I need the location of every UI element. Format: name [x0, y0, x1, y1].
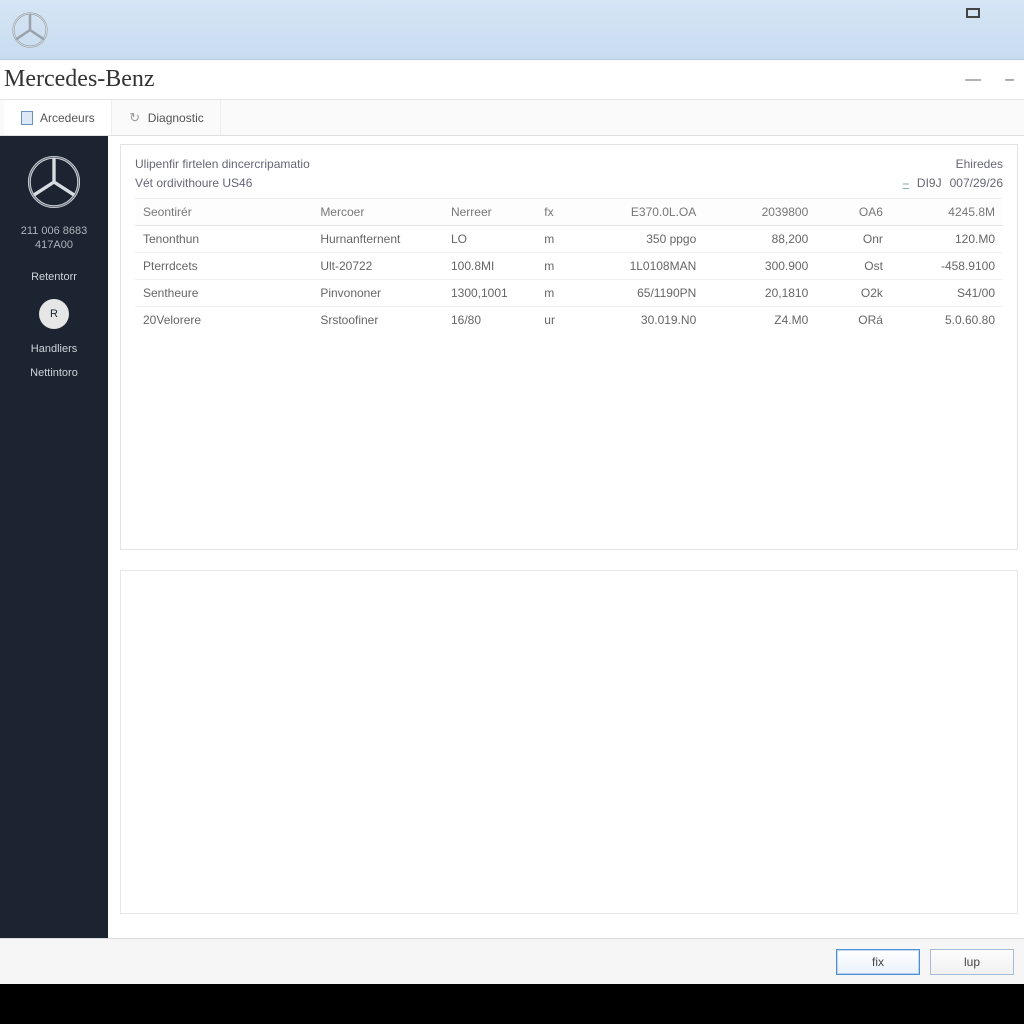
table-cell: Ult-20722: [312, 253, 443, 280]
fix-button[interactable]: fix: [836, 949, 920, 975]
brand-logo-icon: [26, 154, 82, 224]
main-column: Ulipenfir firtelen dincercripamatio Vét …: [108, 136, 1024, 938]
window-titlebar: [0, 0, 1024, 60]
table-cell: ORá: [816, 307, 891, 334]
sidebar: 211 006 8683 417A00 Retentorr R Handlier…: [0, 136, 108, 938]
table-cell: 1300,1001: [443, 280, 536, 307]
table-cell: m: [536, 280, 573, 307]
table-header[interactable]: fx: [536, 199, 573, 226]
tab-bar: Arcedeurs Diagnostic: [0, 100, 1024, 136]
table-cell: -458.9100: [891, 253, 1003, 280]
table-header[interactable]: OA6: [816, 199, 891, 226]
table-cell: m: [536, 226, 573, 253]
panel-titles: Ulipenfir firtelen dincercripamatio Vét …: [135, 155, 310, 192]
maximize-icon[interactable]: [966, 8, 980, 18]
panel-date-value: 007/29/26: [950, 174, 1003, 193]
table-cell: Pinvononer: [312, 280, 443, 307]
panel-right-label: Ehiredes: [903, 155, 1003, 174]
panel-header: Ulipenfir firtelen dincercripamatio Vét …: [135, 155, 1003, 192]
sidebar-item-nettintoro[interactable]: Nettintoro: [30, 367, 78, 379]
table-cell: Hurnanfternent: [312, 226, 443, 253]
table-cell: Tenonthun: [135, 226, 312, 253]
window-controls: — –: [965, 71, 1014, 89]
tab-arcedeurs[interactable]: Arcedeurs: [4, 100, 112, 135]
table-row[interactable]: Pterrdcets Ult-20722 100.8MI m 1L0108MAN…: [135, 253, 1003, 280]
sidebar-item-handliers[interactable]: Handliers: [31, 343, 77, 355]
table-header[interactable]: 2039800: [704, 199, 816, 226]
table-header[interactable]: Mercoer: [312, 199, 443, 226]
panel-meta: Ehiredes ⎯ DI9J 007/29/26: [903, 155, 1003, 192]
restore-button[interactable]: –: [1005, 71, 1014, 89]
table-header-row: Seontirér Mercoer Nerreer fx E370.0L.OA …: [135, 199, 1003, 226]
table-header[interactable]: Seontirér: [135, 199, 312, 226]
table-cell: Onr: [816, 226, 891, 253]
sidebar-id-line1: 211 006 8683: [21, 224, 87, 238]
refresh-icon: [128, 111, 142, 125]
filter-toggle[interactable]: ⎯: [903, 174, 909, 193]
table-cell: ur: [536, 307, 573, 334]
minimize-button[interactable]: —: [965, 71, 981, 89]
panel-heading: Ulipenfir firtelen dincercripamatio: [135, 155, 310, 174]
sidebar-vehicle-id: 211 006 8683 417A00: [21, 224, 87, 253]
table-cell: 88,200: [704, 226, 816, 253]
table-cell: 30.019.N0: [574, 307, 705, 334]
table-cell: 300.900: [704, 253, 816, 280]
tab-label: Arcedeurs: [40, 111, 95, 125]
table-cell: 100.8MI: [443, 253, 536, 280]
sidebar-item-retentorr[interactable]: Retentorr: [31, 271, 77, 283]
data-panel: Ulipenfir firtelen dincercripamatio Vét …: [120, 144, 1018, 550]
table-cell: Pterrdcets: [135, 253, 312, 280]
table-cell: Srstoofiner: [312, 307, 443, 334]
table-header[interactable]: 4245.8M: [891, 199, 1003, 226]
app-header: Mercedes-Benz — –: [0, 60, 1024, 100]
table-cell: 1L0108MAN: [574, 253, 705, 280]
lup-button[interactable]: lup: [930, 949, 1014, 975]
panel-date-prefix: DI9J: [917, 174, 942, 193]
table-cell: LO: [443, 226, 536, 253]
table-cell: 350 ppgo: [574, 226, 705, 253]
footer-bar: fix lup: [0, 938, 1024, 984]
table-cell: O2k: [816, 280, 891, 307]
app-window: Mercedes-Benz — – Arcedeurs Diagnostic: [0, 0, 1024, 984]
table-row[interactable]: 20Velorere Srstoofiner 16/80 ur 30.019.N…: [135, 307, 1003, 334]
table-cell: S41/00: [891, 280, 1003, 307]
table-cell: 16/80: [443, 307, 536, 334]
document-icon: [20, 111, 34, 125]
app-title: Mercedes-Benz: [4, 66, 155, 93]
table-row[interactable]: Sentheure Pinvononer 1300,1001 m 65/1190…: [135, 280, 1003, 307]
table-cell: 20,1810: [704, 280, 816, 307]
table-row[interactable]: Tenonthun Hurnanfternent LO m 350 ppgo 8…: [135, 226, 1003, 253]
table-cell: 5.0.60.80: [891, 307, 1003, 334]
table-cell: 120.M0: [891, 226, 1003, 253]
sidebar-id-line2: 417A00: [21, 238, 87, 252]
table-cell: m: [536, 253, 573, 280]
table-cell: Z4.M0: [704, 307, 816, 334]
tab-label: Diagnostic: [148, 111, 204, 125]
detail-panel-empty: [120, 570, 1018, 914]
app-body: 211 006 8683 417A00 Retentorr R Handlier…: [0, 136, 1024, 938]
table-header[interactable]: Nerreer: [443, 199, 536, 226]
table-cell: 65/1190PN: [574, 280, 705, 307]
table-cell: 20Velorere: [135, 307, 312, 334]
tab-diagnostic[interactable]: Diagnostic: [112, 100, 221, 135]
sidebar-round-icon[interactable]: R: [39, 299, 69, 329]
panel-subheading: Vét ordivithoure US46: [135, 174, 310, 193]
table-cell: Sentheure: [135, 280, 312, 307]
brand-logo-icon: [12, 12, 48, 48]
table-header[interactable]: E370.0L.OA: [574, 199, 705, 226]
table-cell: Ost: [816, 253, 891, 280]
data-table: Seontirér Mercoer Nerreer fx E370.0L.OA …: [135, 198, 1003, 333]
sidebar-round-label: R: [50, 308, 58, 320]
